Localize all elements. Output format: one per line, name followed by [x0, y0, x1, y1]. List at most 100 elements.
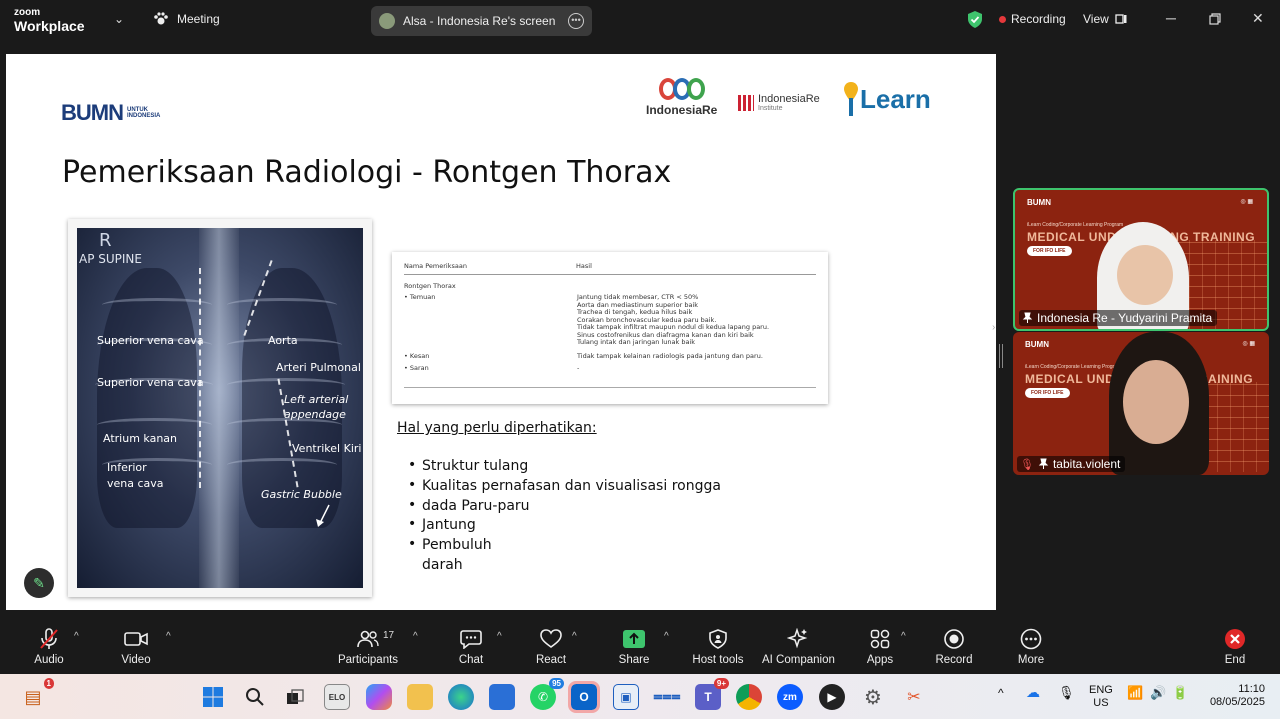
ilearn-logo-text: Learn — [860, 83, 931, 114]
whatsapp-badge: 95 — [549, 678, 564, 689]
participant-name-tag: 🎙 tabita.violent — [1017, 456, 1126, 472]
react-button[interactable]: React — [533, 626, 569, 666]
zoom-logo-small: zoom — [14, 7, 41, 18]
recording-dot-icon — [999, 15, 1006, 23]
media-player-icon[interactable]: ▶ — [819, 684, 845, 710]
volume-icon[interactable]: 🔊 — [1150, 686, 1166, 699]
report-header: Nama Pemeriksaan Hasil — [404, 262, 816, 275]
widgets-icon[interactable]: ▤ 1 — [20, 678, 54, 710]
video-camera-icon — [124, 632, 148, 646]
clock[interactable]: 11:10 08/05/2025 — [1203, 683, 1265, 709]
audio-options-chevron-icon[interactable]: ^ — [74, 631, 79, 642]
collapse-arrow-icon[interactable]: › — [992, 322, 995, 333]
indonesia-re-institute-logo: IndonesiaRe Institute — [738, 94, 820, 112]
label-ventrikel: Ventrikel Kiri — [292, 442, 362, 455]
security-shield-icon[interactable] — [967, 11, 983, 28]
apps-button[interactable]: Apps — [865, 626, 895, 666]
close-icon[interactable]: ✕ — [1252, 10, 1264, 27]
label-laa-2: appendage — [284, 408, 346, 421]
participants-icon — [357, 630, 379, 648]
chat-label: Chat — [458, 654, 484, 666]
zoom-app-icon[interactable]: zm — [777, 684, 803, 710]
apps-options-chevron-icon[interactable]: ^ — [901, 631, 906, 642]
meeting-menu[interactable]: Meeting — [153, 12, 220, 26]
elo-app-icon[interactable]: ELO — [324, 684, 350, 710]
video-tile-active-speaker[interactable]: BUMN ◎ ▦ iLearn Coding/Corporate Learnin… — [1013, 188, 1269, 331]
stripe-app-icon[interactable]: ⩶ — [653, 684, 680, 710]
whatsapp-icon[interactable]: ✆ 95 — [530, 678, 564, 710]
label-gastric: Gastric Bubble — [261, 488, 342, 501]
audio-button[interactable]: Audio — [30, 626, 68, 666]
edge-browser-icon[interactable] — [448, 684, 474, 710]
list-item: darah — [422, 556, 463, 573]
chat-icon — [460, 630, 482, 649]
view-label: View — [1083, 12, 1109, 26]
zoom-workplace-logo[interactable]: zoom Workplace — [14, 7, 85, 34]
screen-share-indicator[interactable]: Alsa - Indonesia Re's screen ••• — [371, 6, 592, 36]
chevron-down-icon[interactable]: ⌄ — [114, 12, 124, 26]
chrome-icon[interactable] — [736, 684, 762, 710]
more-options-icon[interactable]: ••• — [568, 13, 584, 29]
tray-microphone-icon[interactable]: 🎙 — [1058, 686, 1075, 699]
onedrive-icon[interactable]: ☁ — [1026, 685, 1040, 699]
ai-companion-button[interactable]: AI Companion — [762, 626, 835, 666]
teams-badge: 9+ — [713, 678, 729, 689]
label-arteri: Arteri Pulmonal — [276, 361, 361, 374]
outlook-icon[interactable]: O — [568, 681, 600, 713]
file-explorer-icon[interactable] — [407, 684, 433, 710]
xray-position: AP SUPINE — [79, 252, 142, 266]
microphone-muted-icon — [40, 628, 58, 649]
minimize-icon[interactable]: ─ — [1166, 10, 1176, 26]
video-label: Video — [121, 654, 151, 666]
view-layout-icon — [1115, 14, 1127, 24]
panel-resize-handle[interactable] — [999, 344, 1003, 368]
tile-badge: FOR IFO LIFE — [1027, 246, 1072, 256]
language-indicator[interactable]: ENG US — [1089, 684, 1113, 710]
pin-icon — [1022, 312, 1033, 323]
recording-label: Recording — [1011, 12, 1066, 26]
recording-indicator[interactable]: Recording — [999, 12, 1066, 26]
list-item: Kualitas pernafasan dan visualisasi rong… — [408, 477, 721, 498]
video-button[interactable]: Video — [117, 626, 155, 666]
meeting-controls-toolbar: Audio ^ Video ^ Participants 17 ^ Chat ^… — [0, 618, 1280, 674]
widgets-badge: 1 — [43, 678, 54, 689]
teams-icon[interactable]: T 9+ — [695, 678, 729, 710]
restore-icon[interactable] — [1209, 13, 1221, 25]
tray-chevron-up-icon[interactable]: ^ — [998, 687, 1004, 700]
apps-label: Apps — [866, 654, 894, 666]
report-footer-line — [404, 387, 816, 388]
share-button[interactable]: Share — [617, 626, 651, 666]
radiology-report: Nama Pemeriksaan Hasil Rontgen Thorax • … — [392, 252, 828, 404]
report-col-name: Nama Pemeriksaan — [404, 262, 467, 270]
end-meeting-button[interactable]: End — [1222, 626, 1248, 666]
store-icon[interactable] — [489, 684, 515, 710]
video-tile-participant[interactable]: BUMN ◎ ▦ iLearn Coding/Corporate Learnin… — [1013, 332, 1269, 475]
search-icon[interactable] — [242, 684, 268, 710]
share-screen-icon — [623, 630, 645, 648]
annotate-pen-button[interactable]: ✎ — [24, 568, 54, 598]
view-button[interactable]: View — [1083, 12, 1127, 26]
chat-button[interactable]: Chat — [456, 626, 486, 666]
copilot-icon[interactable] — [366, 684, 392, 710]
settings-gear-icon[interactable]: ⚙ — [860, 684, 886, 710]
video-options-chevron-icon[interactable]: ^ — [166, 631, 171, 642]
wifi-icon[interactable]: 📶 — [1127, 686, 1143, 699]
audio-label: Audio — [34, 654, 64, 666]
host-tools-button[interactable]: Host tools — [690, 626, 746, 666]
snipping-tool-icon[interactable]: ✂ — [901, 684, 927, 710]
share-label: Share — [618, 654, 650, 666]
more-button[interactable]: More — [1016, 626, 1046, 666]
tile-badge: FOR IFO LIFE — [1025, 388, 1070, 398]
share-options-chevron-icon[interactable]: ^ — [664, 631, 669, 642]
report-kesan-text: Tidak tampak kelainan radiologis pada ja… — [577, 352, 763, 360]
label-svc-2: Superior vena cava — [97, 376, 204, 389]
chat-options-chevron-icon[interactable]: ^ — [497, 631, 502, 642]
participants-options-chevron-icon[interactable]: ^ — [413, 631, 418, 642]
label-laa-1: Left arterial — [284, 393, 349, 406]
start-windows-icon[interactable] — [200, 684, 226, 710]
task-view-icon[interactable] — [282, 684, 308, 710]
outlook-classic-icon[interactable]: ▣ — [613, 684, 639, 710]
react-options-chevron-icon[interactable]: ^ — [572, 631, 577, 642]
record-button[interactable]: Record — [935, 626, 973, 666]
battery-icon[interactable]: 🔋 — [1172, 686, 1188, 699]
